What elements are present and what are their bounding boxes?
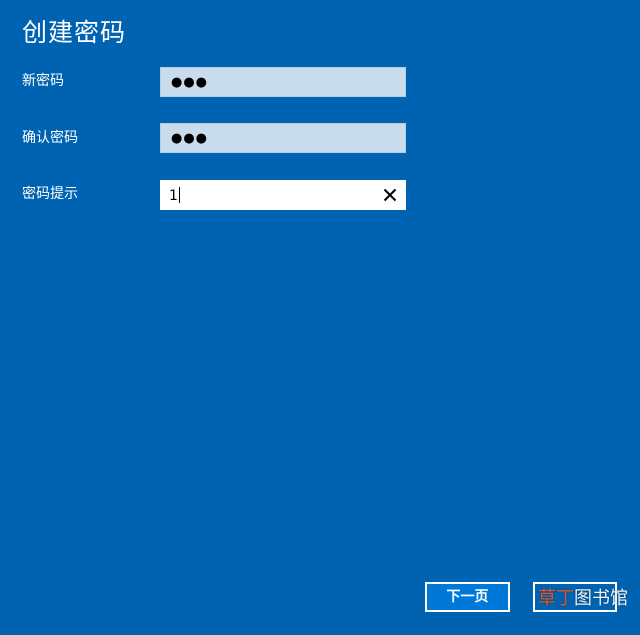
confirm-password-label: 确认密码 <box>22 130 78 146</box>
password-hint-field[interactable]: 1 <box>160 180 406 210</box>
watermark-rest-text: 图书馆 <box>574 588 628 609</box>
new-password-label: 新密码 <box>22 73 64 89</box>
watermark: 草丁图书馆 <box>538 587 628 611</box>
close-icon[interactable] <box>381 186 399 204</box>
password-hint-value: 1 <box>169 188 178 204</box>
page-title: 创建密码 <box>22 18 127 47</box>
text-caret <box>178 187 180 203</box>
new-password-masked-value: ●●● <box>171 75 209 90</box>
watermark-accent-text: 草丁 <box>538 588 574 609</box>
password-hint-value-wrap: 1 <box>169 187 180 205</box>
close-icon-glyph <box>383 188 397 202</box>
password-hint-label: 密码提示 <box>22 186 78 202</box>
confirm-password-masked-value: ●●● <box>171 131 209 146</box>
new-password-field[interactable]: ●●● <box>160 67 406 97</box>
confirm-password-field[interactable]: ●●● <box>160 123 406 153</box>
next-button[interactable]: 下一页 <box>425 582 510 612</box>
